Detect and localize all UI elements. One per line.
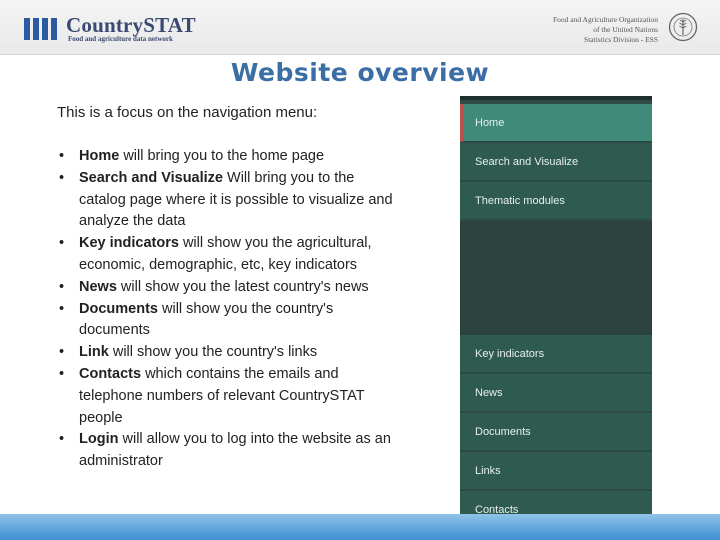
nav-item-search-and-visualize[interactable]: Search and Visualize xyxy=(460,143,652,181)
header-banner: CountrySTAT Food and agriculture data ne… xyxy=(0,0,720,55)
nav-item-key-indicators[interactable]: Key indicators xyxy=(460,335,652,373)
organization-name: Food and Agriculture Organization of the… xyxy=(553,15,658,45)
navigation-menu-screenshot: Home Search and Visualize Thematic modul… xyxy=(460,96,652,529)
bullet-text: will show you the country's links xyxy=(108,344,318,361)
org-line-1: Food and Agriculture Organization xyxy=(552,15,658,24)
nav-item-news[interactable]: News xyxy=(460,374,652,412)
nav-item-home[interactable]: Home xyxy=(460,104,652,142)
nav-item-links[interactable]: Links xyxy=(460,452,652,490)
list-item: Link will show you the country's links xyxy=(57,342,397,364)
list-item: Contacts which contains the emails and t… xyxy=(57,364,397,429)
list-item: Search and Visualize Will bring you to t… xyxy=(57,168,397,233)
list-item: News will show you the latest country's … xyxy=(57,277,397,299)
bullet-term: Login xyxy=(79,431,119,448)
bullet-term: Search and Visualize xyxy=(79,169,223,186)
bullet-text: will show you the latest country's news xyxy=(116,278,369,295)
bullet-term: News xyxy=(79,278,117,295)
nav-item-documents[interactable]: Documents xyxy=(460,413,652,451)
bullet-term: Home xyxy=(79,148,120,164)
bars-icon xyxy=(24,18,57,40)
bullet-text: will bring you to the home page xyxy=(119,148,325,164)
list-item: Home will bring you to the home page xyxy=(57,146,397,168)
bullet-term: Key indicators xyxy=(79,235,179,252)
slide-title: Website overview xyxy=(230,58,490,87)
bullet-term: Documents xyxy=(79,300,158,317)
org-line-2: of the United Nations xyxy=(593,25,658,34)
bullet-term: Link xyxy=(79,344,109,361)
footer-bar xyxy=(0,514,720,540)
intro-text: This is a focus on the navigation menu: xyxy=(57,104,318,121)
bullet-text: will allow you to log into the website a… xyxy=(79,431,391,470)
submenu-area xyxy=(460,221,652,335)
bullet-list: Home will bring you to the home page Sea… xyxy=(57,146,397,473)
list-item: Documents will show you the country's do… xyxy=(57,299,397,343)
org-line-3: Statistics Division - ESS xyxy=(584,35,658,44)
logo-subtitle: Food and agriculture data network xyxy=(68,35,173,43)
bullet-term: Contacts xyxy=(79,365,142,382)
fao-emblem-icon xyxy=(668,12,698,42)
nav-item-thematic-modules[interactable]: Thematic modules xyxy=(460,182,652,220)
list-item: Login will allow you to log into the web… xyxy=(57,429,397,473)
list-item: Key indicators will show you the agricul… xyxy=(57,233,397,277)
